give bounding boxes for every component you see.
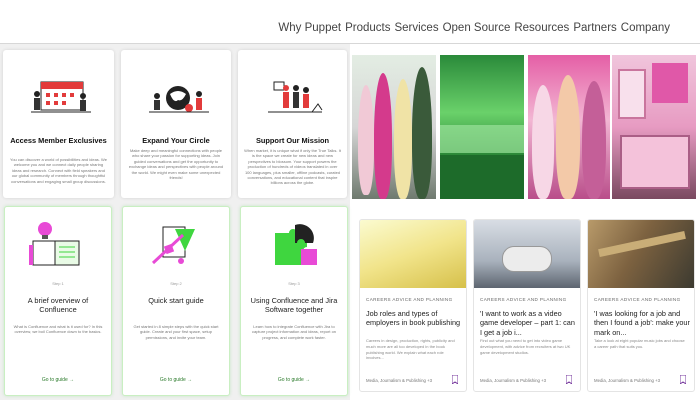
photo-mobile-screens xyxy=(612,55,696,199)
book-lightbulb-icon xyxy=(29,222,80,266)
bookmark-icon[interactable] xyxy=(566,375,572,384)
article-meta: Media, Journalism & Publishing +3 xyxy=(480,378,547,383)
guide-body: Get started in 8 simple steps with the q… xyxy=(133,324,219,340)
nav-resources[interactable]: Resources xyxy=(514,22,569,34)
puzzle-icon xyxy=(275,224,317,265)
go-to-guide-link[interactable]: Go to guide → xyxy=(241,377,347,383)
nav-products[interactable]: Products xyxy=(345,22,390,34)
article-meta: Media, Journalism & Publishing +3 xyxy=(594,378,661,383)
article-title[interactable]: Job roles and types of employers in book… xyxy=(366,309,462,328)
nav-company[interactable]: Company xyxy=(621,22,670,34)
feature-card-body: When market, it is unique what if only t… xyxy=(244,148,341,186)
article-excerpt: Find out what you need to get into video… xyxy=(480,338,571,355)
photo-group-friends xyxy=(352,55,436,199)
article-card-music-jobs[interactable]: CAREERS ADVICE AND PLANNING 'I was looki… xyxy=(587,219,695,392)
article-thumbnail xyxy=(588,220,694,288)
pencil-ruler-icon xyxy=(151,226,195,265)
guide-card-confluence-jira[interactable]: Step 3 Using Confluence and Jira Softwar… xyxy=(240,206,348,396)
guide-card-overview[interactable]: Step 1 A brief overview of Confluence Wh… xyxy=(4,206,112,396)
nav-services[interactable]: Services xyxy=(394,22,438,34)
nav-why-puppet[interactable]: Why Puppet xyxy=(278,22,341,34)
feature-card-member-exclusives: Access Member Exclusives You can discove… xyxy=(3,50,114,198)
nav-partners[interactable]: Partners xyxy=(573,22,616,34)
article-meta: Media, Journalism & Publishing +3 xyxy=(366,378,433,383)
feature-card-title: Support Our Mission xyxy=(255,136,330,145)
nav-open-source[interactable]: Open Source xyxy=(443,22,511,34)
photo-group-selfie xyxy=(528,55,610,199)
feature-card-title: Expand Your Circle xyxy=(142,136,210,145)
feature-card-expand-circle: Expand Your Circle Make deep and meaning… xyxy=(121,50,231,198)
photo-forest-landscape xyxy=(440,55,524,199)
article-excerpt: Take a look at eight popular music jobs … xyxy=(594,338,685,349)
article-category: CAREERS ADVICE AND PLANNING xyxy=(594,297,681,302)
guide-title: Using Confluence and Jira Software toget… xyxy=(250,296,338,315)
bookmark-icon[interactable] xyxy=(680,375,686,384)
article-excerpt: Careers in design, production, rights, p… xyxy=(366,338,455,361)
guide-title: Quick start guide xyxy=(148,296,204,305)
guide-card-quick-start[interactable]: Step 2 Quick start guide Get started in … xyxy=(122,206,230,396)
guide-step: Step 3 xyxy=(288,281,300,286)
article-thumbnail xyxy=(360,220,466,288)
guide-body: What is Confluence and what is it used f… xyxy=(13,324,103,335)
go-to-guide-link[interactable]: Go to guide → xyxy=(123,377,229,383)
article-title[interactable]: 'I was looking for a job and then I foun… xyxy=(594,309,690,337)
article-category: CAREERS ADVICE AND PLANNING xyxy=(480,297,567,302)
guide-step: Step 2 xyxy=(170,281,182,286)
article-thumbnail xyxy=(474,220,580,288)
top-navigation: Why Puppet Products Services Open Source… xyxy=(0,0,700,44)
feature-card-title: Access Member Exclusives xyxy=(10,136,107,145)
go-to-guide-link[interactable]: Go to guide → xyxy=(5,377,111,383)
bookmark-icon[interactable] xyxy=(452,375,458,384)
guide-step: Step 1 xyxy=(52,281,64,286)
feature-card-body: Make deep and meaningful connections wit… xyxy=(128,148,224,180)
article-category: CAREERS ADVICE AND PLANNING xyxy=(366,297,453,302)
guide-body: Learn how to integrate Confluence with J… xyxy=(251,324,337,340)
article-card-book-publishing[interactable]: CAREERS ADVICE AND PLANNING Job roles an… xyxy=(359,219,467,392)
nav-links: Why Puppet Products Services Open Source… xyxy=(278,22,670,34)
feature-card-body: You can discover a world of possibilitie… xyxy=(10,157,107,184)
article-card-video-game[interactable]: CAREERS ADVICE AND PLANNING 'I want to w… xyxy=(473,219,581,392)
community-mission-icon xyxy=(268,81,323,113)
article-title[interactable]: 'I want to work as a video game develope… xyxy=(480,309,576,337)
world-connect-icon xyxy=(149,86,209,113)
feature-card-support-mission: Support Our Mission When market, it is u… xyxy=(238,50,347,198)
calendar-people-icon xyxy=(31,81,91,113)
guide-title: A brief overview of Confluence xyxy=(27,296,89,315)
